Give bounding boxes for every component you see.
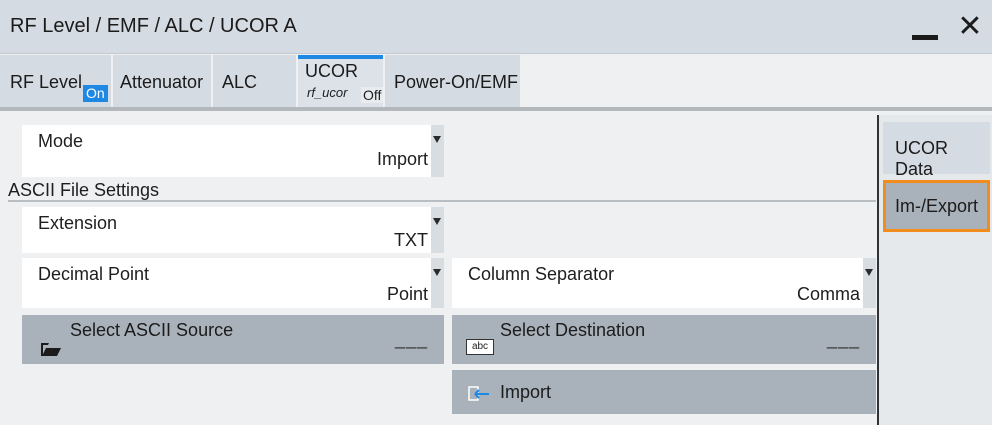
decimal-point-select[interactable]: Decimal Point Point <box>22 258 444 308</box>
tab-attenuator[interactable]: Attenuator <box>113 55 213 107</box>
import-icon <box>468 386 489 401</box>
tab-label: Power-On/EMF <box>394 72 519 92</box>
title-bar: RF Level / EMF / ALC / UCOR A ✕ <box>0 0 992 54</box>
status-badge-off: Off <box>361 87 384 103</box>
mode-value: Import <box>376 149 428 169</box>
tab-label: Attenuator <box>120 72 204 92</box>
column-separator-value: Comma <box>796 284 860 304</box>
minimize-icon[interactable] <box>910 22 940 40</box>
window-title: RF Level / EMF / ALC / UCOR A <box>10 15 297 37</box>
chevron-down-icon <box>431 207 444 253</box>
column-separator-label: Column Separator <box>468 264 615 284</box>
folder-open-icon <box>41 343 61 356</box>
section-divider <box>8 200 876 202</box>
tab-power-on-emf[interactable]: Power-On/EMF <box>385 55 522 107</box>
select-ascii-source-value: ___ <box>394 329 428 349</box>
tab-alc[interactable]: ALC <box>213 55 298 107</box>
extension-label: Extension <box>38 213 118 233</box>
decimal-point-label: Decimal Point <box>38 264 150 284</box>
section-title: ASCII File Settings <box>8 180 160 200</box>
tab-bar: RF Level On Attenuator ALC UCOR rf_ucor … <box>0 55 992 111</box>
extension-value: TXT <box>394 230 428 250</box>
tab-label: UCOR <box>305 61 358 81</box>
decimal-point-value: Point <box>386 284 428 304</box>
side-panel: UCOR Data Im-/Export <box>877 115 992 425</box>
mode-label: Mode <box>38 131 84 151</box>
column-separator-select[interactable]: Column Separator Comma <box>452 258 876 308</box>
im-export-label: Im-/Export <box>895 196 979 216</box>
chevron-down-icon <box>431 258 444 308</box>
select-destination-label: Select Destination <box>500 320 646 340</box>
select-ascii-source-button[interactable]: Select ASCII Source ___ <box>22 315 444 364</box>
tab-rf-level[interactable]: RF Level On <box>0 55 113 107</box>
import-button[interactable]: Import <box>452 370 876 414</box>
chevron-down-icon <box>431 125 444 177</box>
select-destination-button[interactable]: abc Select Destination ___ <box>452 315 876 364</box>
chevron-down-icon <box>863 258 876 308</box>
tab-ucor[interactable]: UCOR rf_ucor Off <box>298 55 385 107</box>
im-export-button[interactable]: Im-/Export <box>883 180 990 232</box>
mode-select[interactable]: Mode Import <box>22 125 444 177</box>
status-badge-on: On <box>83 85 108 102</box>
tab-label: ALC <box>222 72 258 92</box>
import-label: Import <box>500 382 552 402</box>
select-destination-value: ___ <box>826 329 860 349</box>
close-icon[interactable]: ✕ <box>955 12 985 44</box>
ucor-data-label: UCOR Data <box>895 138 948 179</box>
ucor-data-button[interactable]: UCOR Data <box>883 122 990 179</box>
abc-file-icon: abc <box>466 339 494 355</box>
tab-sublabel: rf_ucor <box>307 85 348 100</box>
extension-select[interactable]: Extension TXT <box>22 207 444 253</box>
tab-label: RF Level <box>10 72 83 92</box>
select-ascii-source-label: Select ASCII Source <box>70 320 234 340</box>
